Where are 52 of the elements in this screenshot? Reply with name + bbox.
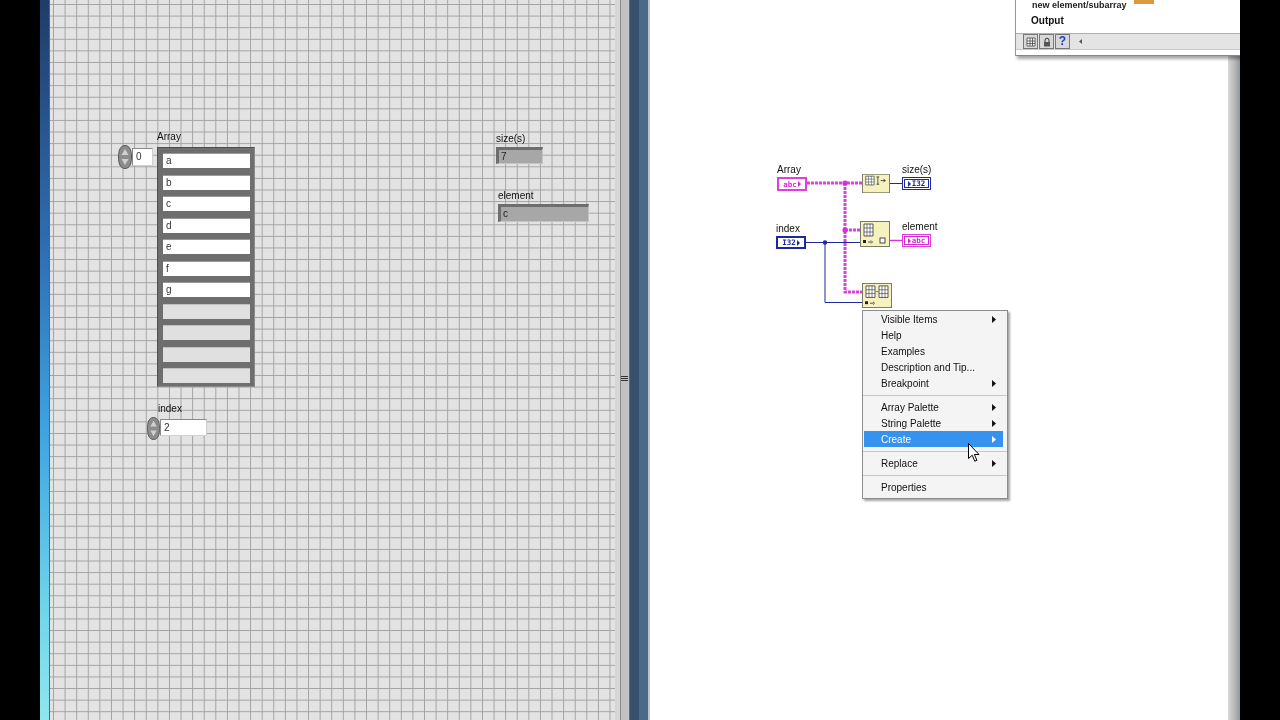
array-element-field[interactable]: d: [163, 217, 250, 233]
wire-swatch-icon: [1133, 0, 1154, 4]
wire-junction-icon: [842, 180, 848, 186]
function-node-icon: [860, 221, 890, 247]
element-indicator: c: [498, 204, 589, 222]
terminal-label: size(s): [902, 164, 932, 176]
toolbar-button[interactable]: [1039, 34, 1054, 49]
grip-icon: [621, 376, 628, 381]
arrow-icon: [907, 237, 911, 244]
indicator-label: size(s): [496, 133, 526, 145]
cursor-icon: [968, 443, 980, 462]
control-label: Array: [157, 131, 181, 143]
panel-splitter[interactable]: [615, 0, 650, 720]
indicator-label: element: [498, 190, 534, 202]
terminal-label: index: [776, 223, 800, 235]
size-indicator: 7: [496, 147, 543, 164]
arrow-icon: [907, 180, 911, 187]
help-button[interactable]: ?: [1055, 34, 1070, 49]
menu-item[interactable]: Array Palette: [863, 399, 1005, 415]
toolbar-button[interactable]: [1023, 34, 1038, 49]
lock-icon: [1041, 36, 1052, 47]
section-heading: Output: [1031, 15, 1064, 27]
terminal-label: Array: [777, 164, 801, 176]
increment-decrement-button[interactable]: [147, 417, 160, 440]
menu-item[interactable]: Visible Items: [863, 311, 1005, 327]
terminal-name: new element/subarray: [1032, 0, 1127, 10]
increment-decrement-button[interactable]: [118, 145, 132, 169]
menu-item[interactable]: Breakpoint: [863, 375, 1005, 391]
function-node-icon: [862, 283, 892, 308]
menu-item[interactable]: Help: [863, 327, 1005, 343]
array-index-field[interactable]: 0: [132, 148, 153, 166]
index-field[interactable]: 2: [160, 419, 207, 436]
array-element-field[interactable]: b: [163, 174, 250, 190]
arrow-icon: [797, 181, 801, 187]
array-element-field[interactable]: a: [163, 153, 250, 168]
control-label: index: [158, 403, 182, 415]
array-element-field[interactable]: f: [163, 260, 250, 276]
menu-item[interactable]: Replace: [863, 455, 1005, 471]
menu-item[interactable]: Examples: [863, 343, 1005, 359]
terminal-label: element: [902, 221, 938, 233]
array-element-field[interactable]: e: [163, 239, 250, 254]
arrow-icon: [796, 239, 800, 246]
array-element-field[interactable]: g: [163, 282, 250, 297]
array-element-field[interactable]: c: [163, 196, 250, 211]
function-node-icon: [862, 174, 890, 193]
left-arrow-icon[interactable]: [1079, 39, 1082, 44]
menu-item[interactable]: String Palette: [863, 415, 1005, 431]
wire-junction-icon: [842, 227, 848, 233]
wire-junction-icon: [822, 240, 828, 245]
menu-item[interactable]: Properties: [863, 479, 1005, 495]
grid-icon: [1025, 36, 1036, 47]
menu-item[interactable]: Description and Tip...: [863, 359, 1005, 375]
